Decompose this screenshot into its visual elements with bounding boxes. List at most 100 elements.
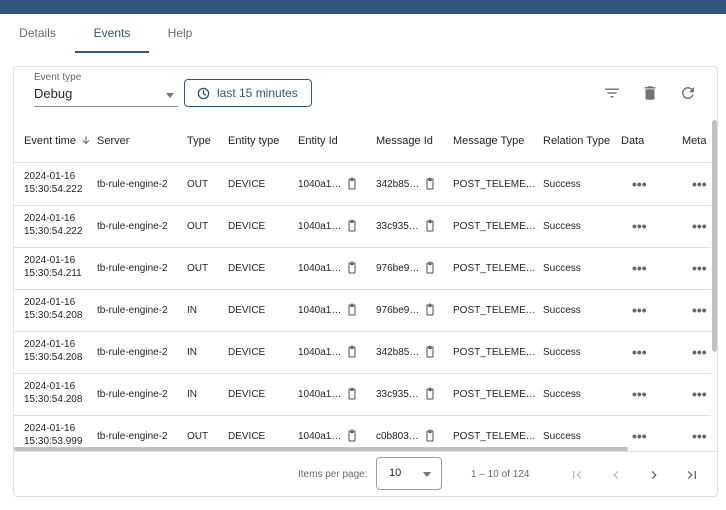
table-row[interactable]: 2024-01-16 15:30:54.222 tb-rule-engine-2 OU… <box>14 164 711 206</box>
more-horiz-icon[interactable]: ••• <box>692 261 707 275</box>
vertical-scrollbar[interactable] <box>712 120 717 352</box>
entity-id-cell: 1040a1… <box>298 305 342 316</box>
copy-message-id-icon[interactable] <box>424 345 436 359</box>
event-type-label: Event type <box>34 72 82 83</box>
delete-events-button[interactable] <box>638 81 662 105</box>
tab-help[interactable]: Help <box>149 14 211 53</box>
refresh-icon <box>681 86 694 99</box>
column-header-data[interactable]: Data <box>621 120 644 163</box>
type-cell: IN <box>187 305 197 316</box>
message-id-cell: 342b85… <box>376 179 420 190</box>
column-header-relation-type[interactable]: Relation Type <box>543 120 610 163</box>
type-cell: OUT <box>187 431 209 442</box>
event-clock-time: 15:30:54.208 <box>24 394 83 405</box>
entity-type-cell: DEVICE <box>228 221 266 232</box>
entity-type-cell: DEVICE <box>228 389 266 400</box>
tab-details[interactable]: Details <box>0 14 75 53</box>
chevron-right-icon <box>651 471 657 479</box>
type-cell: IN <box>187 347 197 358</box>
table-row[interactable]: 2024-01-16 15:30:53.999 tb-rule-engine-2 OU… <box>14 416 711 448</box>
more-horiz-icon[interactable]: ••• <box>632 177 647 191</box>
more-horiz-icon[interactable]: ••• <box>692 219 707 233</box>
column-header-message-id[interactable]: Message Id <box>376 120 433 163</box>
event-date: 2024-01-16 <box>24 297 76 308</box>
dropdown-arrow-icon <box>166 93 174 98</box>
table-row[interactable]: 2024-01-16 15:30:54.211 tb-rule-engine-2 OU… <box>14 248 711 290</box>
relation-type-cell: Success <box>543 347 581 358</box>
more-horiz-icon[interactable]: ••• <box>632 219 647 233</box>
event-clock-time: 15:30:54.222 <box>24 226 83 237</box>
entity-id-cell: 1040a1… <box>298 179 342 190</box>
more-horiz-icon[interactable]: ••• <box>692 303 707 317</box>
copy-message-id-icon[interactable] <box>424 177 436 191</box>
event-time-cell: 2024-01-16 15:30:54.222 <box>24 164 82 206</box>
table-row[interactable]: 2024-01-16 15:30:54.208 tb-rule-engine-2 IN… <box>14 332 711 374</box>
more-horiz-icon[interactable]: ••• <box>692 387 707 401</box>
copy-entity-id-icon[interactable] <box>346 219 358 233</box>
filter-icon <box>605 88 619 98</box>
column-header-entity-type[interactable]: Entity type <box>228 120 279 163</box>
copy-message-id-icon[interactable] <box>424 261 436 275</box>
copy-entity-id-icon[interactable] <box>346 387 358 401</box>
copy-entity-id-icon[interactable] <box>346 303 358 317</box>
dropdown-arrow-icon <box>423 472 431 477</box>
event-time-cell: 2024-01-16 15:30:54.208 <box>24 290 82 332</box>
more-horiz-icon[interactable]: ••• <box>632 345 647 359</box>
event-type-select[interactable]: Debug <box>34 83 178 107</box>
more-horiz-icon[interactable]: ••• <box>632 387 647 401</box>
more-horiz-icon[interactable]: ••• <box>692 429 707 443</box>
entity-id-cell: 1040a1… <box>298 389 342 400</box>
more-horiz-icon[interactable]: ••• <box>632 261 647 275</box>
server-cell: tb-rule-engine-2 <box>97 263 168 274</box>
refresh-button[interactable] <box>676 81 700 105</box>
message-type-cell: POST_TELEME… <box>453 431 536 442</box>
previous-page-button[interactable] <box>603 462 629 488</box>
event-time-cell: 2024-01-16 15:30:54.222 <box>24 206 82 248</box>
column-header-entity-id[interactable]: Entity Id <box>298 120 338 163</box>
tab-events[interactable]: Events <box>75 14 149 53</box>
filter-button[interactable] <box>600 81 624 105</box>
column-header-event-time[interactable]: Event time <box>24 120 90 163</box>
event-time-cell: 2024-01-16 15:30:54.208 <box>24 332 82 374</box>
copy-message-id-icon[interactable] <box>424 303 436 317</box>
entity-id-cell: 1040a1… <box>298 431 342 442</box>
copy-entity-id-icon[interactable] <box>346 345 358 359</box>
first-page-button[interactable] <box>564 462 590 488</box>
event-date: 2024-01-16 <box>24 213 76 224</box>
copy-message-id-icon[interactable] <box>424 387 436 401</box>
more-horiz-icon[interactable]: ••• <box>692 177 707 191</box>
entity-type-cell: DEVICE <box>228 347 266 358</box>
event-clock-time: 15:30:54.222 <box>24 184 83 195</box>
column-header-metadata[interactable]: Meta <box>682 120 706 163</box>
first-page-icon <box>573 471 582 479</box>
copy-entity-id-icon[interactable] <box>346 177 358 191</box>
column-header-server[interactable]: Server <box>97 120 129 163</box>
items-per-page-select[interactable]: 10 <box>376 457 442 490</box>
more-horiz-icon[interactable]: ••• <box>632 303 647 317</box>
relation-type-cell: Success <box>543 263 581 274</box>
copy-entity-id-icon[interactable] <box>346 261 358 275</box>
time-window-button[interactable]: last 15 minutes <box>184 79 312 107</box>
server-cell: tb-rule-engine-2 <box>97 389 168 400</box>
table-row[interactable]: 2024-01-16 15:30:54.208 tb-rule-engine-2 IN… <box>14 374 711 416</box>
next-page-button[interactable] <box>641 462 667 488</box>
more-horiz-icon[interactable]: ••• <box>632 429 647 443</box>
server-cell: tb-rule-engine-2 <box>97 431 168 442</box>
table-row[interactable]: 2024-01-16 15:30:54.222 tb-rule-engine-2 OU… <box>14 206 711 248</box>
type-cell: OUT <box>187 179 209 190</box>
event-time-cell: 2024-01-16 15:30:53.999 <box>24 416 82 448</box>
copy-message-id-icon[interactable] <box>424 429 436 443</box>
copy-message-id-icon[interactable] <box>424 219 436 233</box>
items-per-page-value: 10 <box>389 467 402 479</box>
relation-type-cell: Success <box>543 179 581 190</box>
table-row[interactable]: 2024-01-16 15:30:54.208 tb-rule-engine-2 IN… <box>14 290 711 332</box>
column-header-type[interactable]: Type <box>187 120 211 163</box>
delete-icon <box>644 86 656 100</box>
column-header-message-type[interactable]: Message Type <box>453 120 524 163</box>
last-page-button[interactable] <box>679 462 705 488</box>
message-id-cell: c0b803… <box>376 431 419 442</box>
copy-entity-id-icon[interactable] <box>346 429 358 443</box>
event-date: 2024-01-16 <box>24 171 76 182</box>
entity-type-cell: DEVICE <box>228 305 266 316</box>
more-horiz-icon[interactable]: ••• <box>692 345 707 359</box>
